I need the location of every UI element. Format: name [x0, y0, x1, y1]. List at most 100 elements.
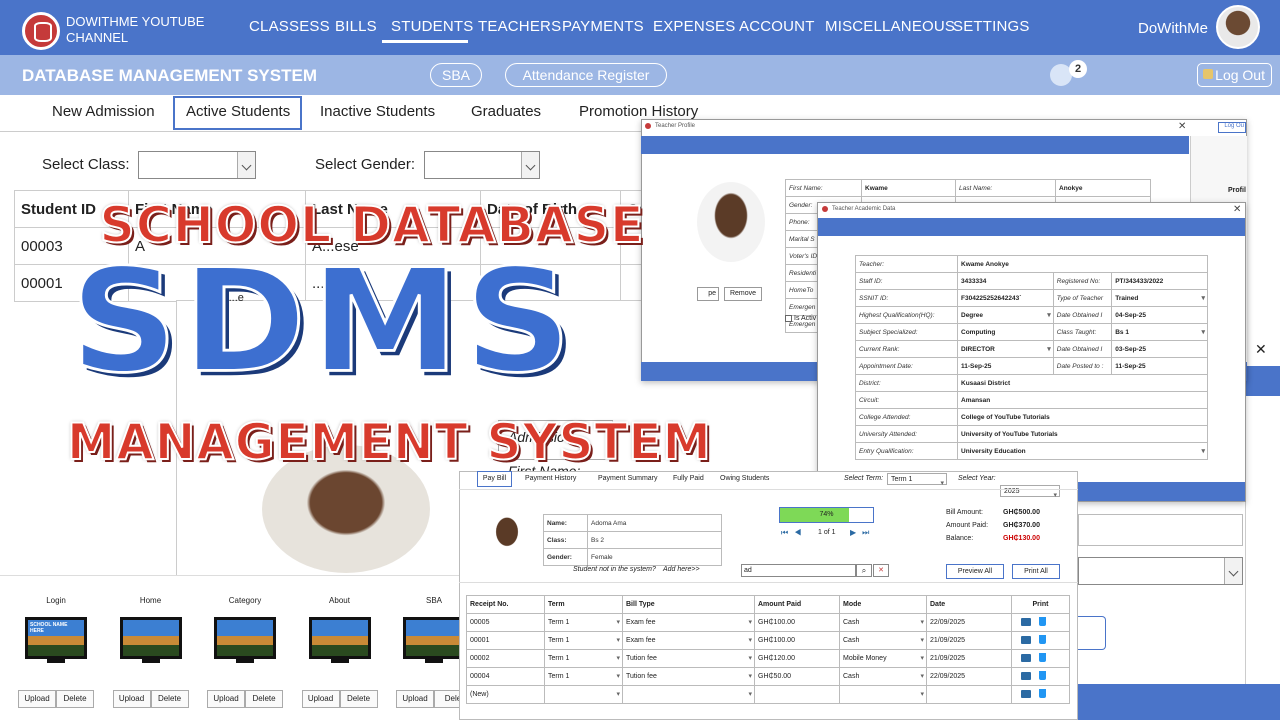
table-cell[interactable] [754, 685, 840, 704]
print-icon[interactable] [1021, 690, 1031, 698]
nav-classess[interactable]: CLASSESS [249, 18, 330, 35]
table-cell[interactable] [544, 685, 623, 704]
print-icon[interactable] [1021, 654, 1031, 662]
table-row[interactable]: 00002Term 1Tution feeGH₵120.00Mobile Mon… [466, 649, 1070, 668]
term-select[interactable]: Term 1 [887, 473, 947, 489]
last-name-field[interactable]: Anokye [1055, 179, 1151, 197]
pager-first-prev[interactable]: ⏮◀ [781, 528, 807, 538]
tab-active-students[interactable]: Active Students [186, 103, 290, 120]
nav-bills[interactable]: BILLS [335, 18, 377, 35]
table-cell[interactable]: Exam fee [622, 631, 755, 650]
add-here-link[interactable]: Add here>> [663, 566, 700, 573]
table-cell[interactable]: Cash [839, 631, 927, 650]
field-value[interactable]: College of YouTube Tutorials [957, 408, 1208, 426]
tab-fully-paid[interactable]: Fully Paid [673, 475, 704, 482]
field-value[interactable]: 04-Sep-25 [1111, 306, 1208, 324]
table-cell[interactable]: Term 1 [544, 631, 623, 650]
field-value[interactable]: Kusaasi District [957, 374, 1208, 392]
table-cell[interactable]: GH₵50.00 [754, 667, 840, 686]
table-cell[interactable]: Tution fee [622, 649, 755, 668]
trash-icon[interactable] [1039, 617, 1046, 626]
upload-button[interactable]: Upload [396, 690, 434, 708]
table-cell[interactable]: Term 1 [544, 667, 623, 686]
upload-button[interactable]: Upload [18, 690, 56, 708]
trash-icon[interactable] [1039, 689, 1046, 698]
table-cell[interactable]: Term 1 [544, 613, 623, 632]
close-icon[interactable]: ✕ [1233, 204, 1241, 215]
close-icon[interactable]: ✕ [1178, 121, 1186, 132]
avatar[interactable] [1216, 5, 1260, 49]
table-row[interactable]: 00001Term 1Exam feeGH₵100.00Cash21/09/20… [466, 631, 1070, 650]
tab-graduates[interactable]: Graduates [471, 103, 541, 120]
remove-photo-button[interactable]: Remove [724, 287, 762, 301]
tab-inactive-students[interactable]: Inactive Students [320, 103, 435, 120]
tab-payment-summary[interactable]: Payment Summary [598, 475, 658, 482]
is-active-checkbox[interactable] [785, 315, 792, 322]
chevron-down-icon[interactable] [521, 152, 539, 178]
delete-button[interactable]: Delete [56, 690, 94, 708]
table-cell[interactable]: Tution fee [622, 667, 755, 686]
class-select[interactable] [138, 151, 256, 179]
table-cell[interactable] [839, 685, 927, 704]
print-all-button[interactable]: Print All [1012, 564, 1060, 579]
field-value[interactable]: Degree [957, 306, 1054, 324]
table-cell[interactable]: Cash [839, 613, 927, 632]
nav-account[interactable]: ACCOUNT [739, 18, 815, 35]
table-row[interactable]: (New) [466, 685, 1070, 704]
field-value[interactable]: 11-Sep-25 [1111, 357, 1208, 375]
table-cell[interactable]: Cash [839, 667, 927, 686]
sba-button[interactable]: SBA [430, 63, 482, 87]
logout-button-mini[interactable]: Log Ou [1218, 122, 1246, 133]
browse-button[interactable]: pe [697, 287, 719, 301]
table-cell[interactable]: GH₵100.00 [754, 631, 840, 650]
delete-button[interactable]: Delete [150, 690, 189, 708]
tab-new-admission[interactable]: New Admission [52, 103, 155, 120]
trash-icon[interactable] [1039, 635, 1046, 644]
upload-button[interactable]: Upload [112, 690, 151, 708]
preview-all-button[interactable]: Preview All [946, 564, 1004, 579]
tab-owing-students[interactable]: Owing Students [720, 475, 769, 482]
trash-icon[interactable] [1039, 653, 1046, 662]
field-value[interactable]: 3433334 [957, 272, 1054, 290]
table-row[interactable]: 00004Term 1Tution feeGH₵50.00Cash22/09/2… [466, 667, 1070, 686]
pager-next-last[interactable]: ▶⏭ [850, 528, 875, 538]
field-value[interactable]: Kwame Anokye [957, 255, 1208, 273]
table-cell[interactable]: 00001 [466, 631, 545, 650]
table-cell[interactable]: 00002 [466, 649, 545, 668]
field-value[interactable]: Amansan [957, 391, 1208, 409]
table-cell[interactable]: Term 1 [544, 649, 623, 668]
table-cell[interactable]: 00005 [466, 613, 545, 632]
table-cell[interactable]: GH₵100.00 [754, 613, 840, 632]
table-cell[interactable]: 21/09/2025 [926, 649, 1012, 668]
print-icon[interactable] [1021, 672, 1031, 680]
table-row[interactable]: 00005Term 1Exam feeGH₵100.00Cash22/09/20… [466, 613, 1070, 632]
upload-button[interactable]: Upload [207, 690, 245, 708]
print-icon[interactable] [1021, 636, 1031, 644]
field-value[interactable]: 03-Sep-25 [1111, 340, 1208, 358]
field-value[interactable]: DIRECTOR [957, 340, 1054, 358]
nav-miscellaneous[interactable]: MISCELLANEOUS [825, 18, 955, 35]
nav-expenses[interactable]: EXPENSES [653, 18, 735, 35]
nav-settings[interactable]: SETTINGS [953, 18, 1030, 35]
chevron-down-icon[interactable] [237, 152, 255, 178]
first-name-field[interactable]: Kwame [861, 179, 956, 197]
delete-button[interactable]: Delete [245, 690, 283, 708]
table-cell[interactable]: Exam fee [622, 613, 755, 632]
tab-payment-history[interactable]: Payment History [525, 475, 576, 482]
field-value[interactable]: University Education [957, 442, 1208, 460]
year-select[interactable]: 2025 [1000, 485, 1060, 501]
tab-pay-bill[interactable]: Pay Bill [477, 471, 512, 487]
field-value[interactable]: Bs 1 [1111, 323, 1208, 341]
table-cell[interactable]: 22/09/2025 [926, 667, 1012, 686]
nav-payments[interactable]: PAYMENTS [562, 18, 644, 35]
table-cell[interactable]: 22/09/2025 [926, 613, 1012, 632]
clear-filter-icon[interactable]: ✕ [873, 564, 889, 577]
gender-select[interactable] [424, 151, 540, 179]
table-cell[interactable] [622, 685, 755, 704]
close-icon[interactable]: ✕ [1255, 341, 1267, 358]
upload-button[interactable]: Upload [301, 690, 340, 708]
attendance-register-button[interactable]: Attendance Register [505, 63, 667, 87]
search-icon[interactable]: ⌕ [856, 564, 872, 577]
delete-button[interactable]: Delete [339, 690, 378, 708]
field-value[interactable]: Trained [1111, 289, 1208, 307]
